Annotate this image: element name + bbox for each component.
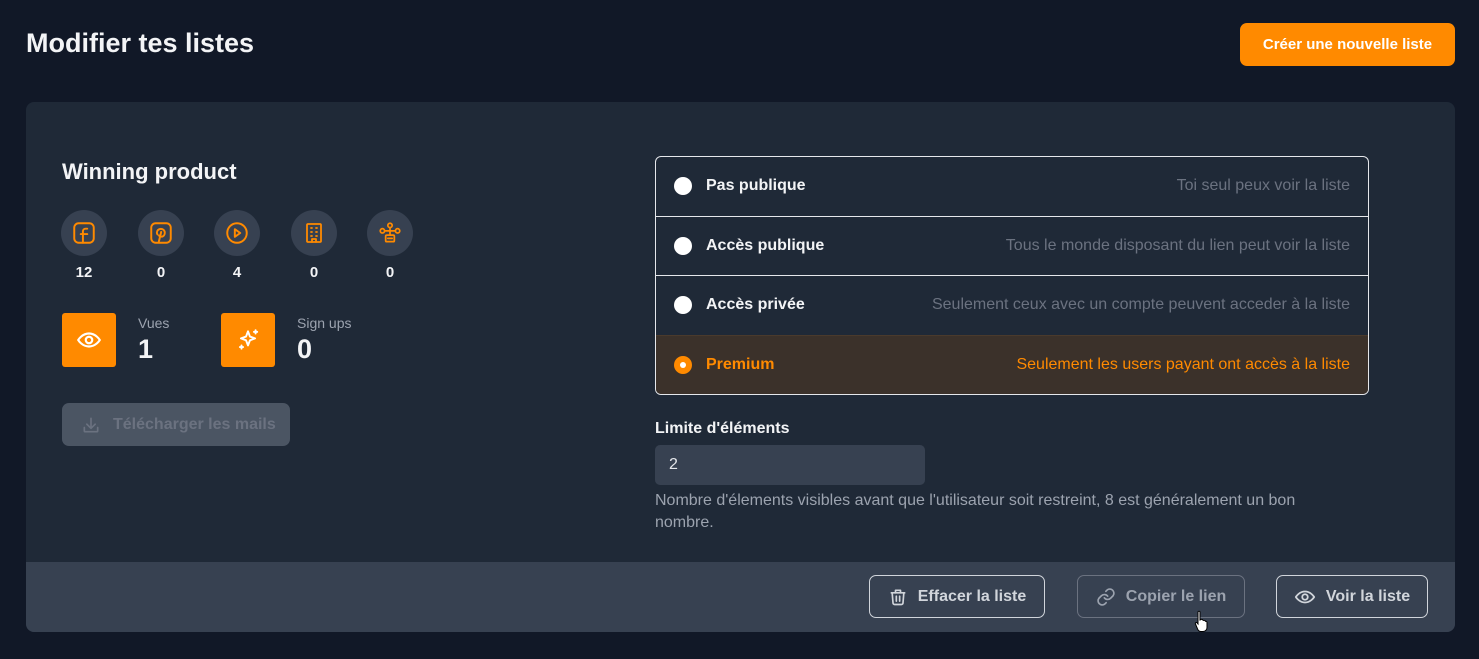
visibility-option-private-access[interactable]: Accès privée Seulement ceux avec un comp… (656, 276, 1368, 336)
building-icon (291, 210, 337, 256)
visibility-option-private[interactable]: Pas publique Toi seul peux voir la liste (656, 157, 1368, 217)
source-pinterest: 0 (138, 210, 184, 281)
visibility-option-public[interactable]: Accès publique Tous le monde disposant d… (656, 217, 1368, 276)
limit-label: Limite d'éléments (655, 420, 790, 437)
list-card: Winning product 12 0 4 0 0 Vues 1 Sign u… (26, 102, 1455, 632)
source-count: 0 (309, 264, 319, 281)
trash-icon (890, 589, 906, 605)
eye-icon (77, 332, 101, 348)
create-list-button[interactable]: Créer une nouvelle liste (1240, 23, 1455, 66)
source-count: 0 (385, 264, 395, 281)
option-description: Seulement les users payant ont accès à l… (1016, 355, 1350, 373)
sparkles-icon (238, 329, 259, 350)
source-video: 4 (214, 210, 260, 281)
limit-help-text: Nombre d'élements visibles avant que l'u… (655, 492, 1296, 531)
signups-value: 0 (297, 334, 313, 364)
option-description: Tous le monde disposant du lien peut voi… (1005, 236, 1350, 254)
limit-input[interactable] (655, 445, 925, 485)
download-icon (83, 417, 99, 432)
option-label: Accès publique (706, 236, 825, 254)
source-count: 12 (75, 264, 93, 281)
download-mails-button[interactable]: Télécharger les mails (62, 403, 290, 446)
facebook-icon (61, 210, 107, 256)
option-label: Accès privée (706, 296, 805, 314)
views-value: 1 (138, 334, 154, 364)
option-description: Toi seul peux voir la liste (1176, 177, 1350, 195)
source-count: 4 (232, 264, 242, 281)
network-icon (367, 210, 413, 256)
copy-label: Copier le lien (1125, 587, 1227, 605)
visibility-option-premium[interactable]: Premium Seulement les users payant ont a… (656, 334, 1368, 394)
pinterest-icon (138, 210, 184, 256)
option-description: Seulement ceux avec un compte peuvent ac… (931, 296, 1350, 314)
views-label: Vues (138, 315, 170, 331)
copy-link-button[interactable]: Copier le lien (1077, 575, 1245, 618)
visibility-options: Pas publique Toi seul peux voir la liste… (655, 156, 1369, 395)
view-label: Voir la liste (1325, 587, 1411, 605)
delete-label: Effacer la liste (917, 587, 1027, 605)
option-label: Pas publique (706, 177, 806, 195)
view-list-button[interactable]: Voir la liste (1276, 575, 1428, 618)
list-name: Winning product (62, 159, 237, 184)
hand-cursor-icon (1194, 610, 1208, 632)
download-label: Télécharger les mails (113, 415, 276, 433)
source-count: 0 (156, 264, 166, 281)
page-title: Modifier tes listes (26, 28, 255, 58)
radio-button[interactable] (674, 296, 692, 315)
eye-icon (1294, 590, 1315, 603)
signups-label: Sign ups (297, 315, 352, 331)
radio-button[interactable] (674, 236, 692, 255)
signups-stat-box (221, 313, 275, 367)
radio-button[interactable] (674, 177, 692, 196)
source-company: 0 (291, 210, 337, 281)
link-icon (1097, 587, 1115, 606)
radio-button-selected[interactable] (674, 355, 692, 374)
play-circle-icon (214, 210, 260, 256)
source-network: 0 (367, 210, 413, 281)
views-stat-box (62, 313, 116, 367)
option-label: Premium (706, 355, 775, 373)
source-facebook: 12 (61, 210, 107, 281)
delete-list-button[interactable]: Effacer la liste (869, 575, 1045, 618)
